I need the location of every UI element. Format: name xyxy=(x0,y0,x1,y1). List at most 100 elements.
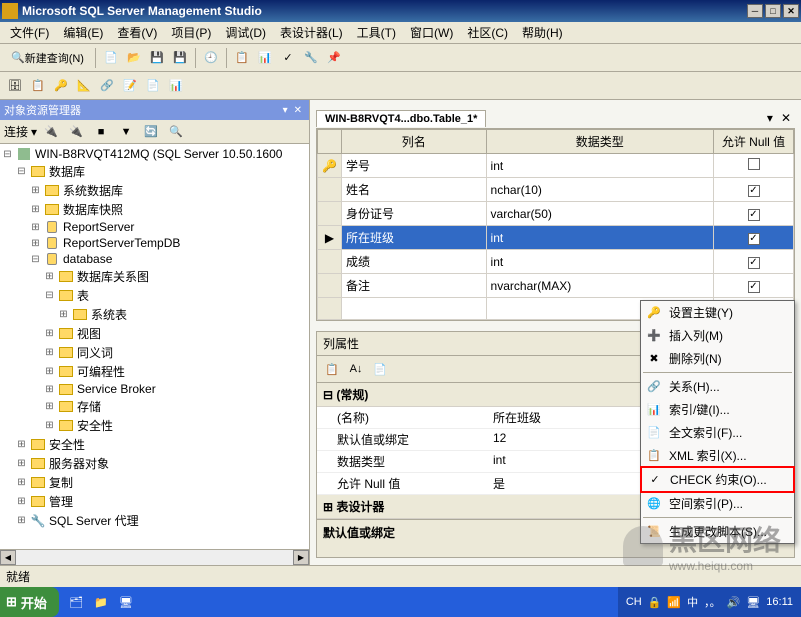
db-button-3[interactable]: 🔑 xyxy=(50,75,72,97)
props-alpha-icon[interactable]: A↓ xyxy=(345,358,367,380)
db-button-4[interactable]: 📐 xyxy=(73,75,95,97)
tray-icon-3[interactable]: 🔊 xyxy=(727,596,741,609)
tree-tables[interactable]: ⊟表 xyxy=(2,286,307,305)
tree-views[interactable]: ⊞视图 xyxy=(2,324,307,343)
menu-window[interactable]: 窗口(W) xyxy=(404,22,459,43)
tree-database[interactable]: ⊟database xyxy=(2,251,307,267)
connect-label[interactable]: 连接 xyxy=(4,123,28,140)
connect-button[interactable]: 🔌 xyxy=(40,121,62,143)
tray-icon-4[interactable]: 🖥 xyxy=(746,596,760,609)
tree-replication[interactable]: ⊞复制 xyxy=(2,473,307,492)
db-button-1[interactable]: 🗄 xyxy=(4,75,26,97)
row-selector-icon[interactable]: ▶ xyxy=(318,226,342,250)
db-button-5[interactable]: 🔗 xyxy=(96,75,118,97)
lang-indicator[interactable]: CH xyxy=(626,596,642,608)
ctx-xml-index[interactable]: 📋XML 索引(X)... xyxy=(641,444,794,467)
tree-diagrams[interactable]: ⊞数据库关系图 xyxy=(2,267,307,286)
disconnect-button[interactable]: 🔌 xyxy=(65,121,87,143)
task-icon-1[interactable]: 🗂 xyxy=(65,591,87,613)
ctx-insert-col[interactable]: ➕插入列(M) xyxy=(641,324,794,347)
task-icon-3[interactable]: 🖥 xyxy=(115,591,137,613)
tab-close-icon[interactable]: ✕ xyxy=(777,111,795,125)
tree-servicebroker[interactable]: ⊞Service Broker xyxy=(2,381,307,397)
menu-help[interactable]: 帮助(H) xyxy=(516,22,569,43)
menu-community[interactable]: 社区(C) xyxy=(461,22,514,43)
tree-security[interactable]: ⊞安全性 xyxy=(2,435,307,454)
tree-storage[interactable]: ⊞存储 xyxy=(2,397,307,416)
task-icon-2[interactable]: 📁 xyxy=(90,591,112,613)
null-checkbox[interactable]: ✓ xyxy=(748,281,760,293)
columns-grid[interactable]: 列名 数据类型 允许 Null 值 🔑 学号 int 姓名 nchar(10) … xyxy=(316,128,795,321)
tree-agent[interactable]: ⊞🔧SQL Server 代理 xyxy=(2,511,307,530)
col-type-cell[interactable]: varchar(50) xyxy=(486,202,713,226)
tray-icon-1[interactable]: 🔒 xyxy=(648,596,662,609)
ctx-relationships[interactable]: 🔗关系(H)... xyxy=(641,375,794,398)
tool-button-4[interactable]: 🔧 xyxy=(300,47,322,69)
tree-server[interactable]: ⊟WIN-B8RVQT412MQ (SQL Server 10.50.1600 xyxy=(2,146,307,162)
tree-security-node[interactable]: ⊞安全性 xyxy=(2,416,307,435)
tree-synonyms[interactable]: ⊞同义词 xyxy=(2,343,307,362)
db-button-2[interactable]: 📋 xyxy=(27,75,49,97)
ctx-script[interactable]: 📜生成更改脚本(S)... xyxy=(641,520,794,543)
activity-button[interactable]: 🕘 xyxy=(200,47,222,69)
minimize-button[interactable]: ─ xyxy=(747,4,763,18)
tray-icon-2[interactable]: 📶 xyxy=(667,596,681,609)
ctx-spatial[interactable]: 🌐空间索引(P)... xyxy=(641,492,794,515)
tree-databases[interactable]: ⊟数据库 xyxy=(2,162,307,181)
ctx-indexes[interactable]: 📊索引/键(I)... xyxy=(641,398,794,421)
null-checkbox[interactable]: ✓ xyxy=(748,209,760,221)
designer-tab[interactable]: WIN-B8RVQT4...dbo.Table_1* xyxy=(316,110,486,127)
col-type-cell[interactable]: int xyxy=(486,154,713,178)
tree-snapshots[interactable]: ⊞数据库快照 xyxy=(2,200,307,219)
col-name-cell[interactable]: 备注 xyxy=(341,274,486,298)
ctx-check-constraint[interactable]: ✓CHECK 约束(O)... xyxy=(640,466,795,493)
null-checkbox[interactable]: ✓ xyxy=(748,257,760,269)
col-type-cell[interactable]: nchar(10) xyxy=(486,178,713,202)
start-button[interactable]: ⊞ 开始 xyxy=(0,587,59,617)
ctx-fulltext[interactable]: 📄全文索引(F)... xyxy=(641,421,794,444)
col-name-cell[interactable]: 所在班级 xyxy=(341,226,486,250)
col-name-cell[interactable]: 学号 xyxy=(341,154,486,178)
tab-dropdown-icon[interactable]: ▾ xyxy=(763,111,777,125)
ctx-delete-col[interactable]: ✖删除列(N) xyxy=(641,347,794,370)
tree-sysdb[interactable]: ⊞系统数据库 xyxy=(2,181,307,200)
null-checkbox[interactable] xyxy=(748,158,760,170)
null-checkbox[interactable]: ✓ xyxy=(748,185,760,197)
tree-programmability[interactable]: ⊞可编程性 xyxy=(2,362,307,381)
ctx-set-pk[interactable]: 🔑设置主键(Y) xyxy=(641,301,794,324)
menu-tools[interactable]: 工具(T) xyxy=(351,22,402,43)
col-type-cell[interactable]: int xyxy=(486,250,713,274)
tree-management[interactable]: ⊞管理 xyxy=(2,492,307,511)
tree-reportservertemp[interactable]: ⊞ReportServerTempDB xyxy=(2,235,307,251)
hscrollbar[interactable]: ◀▶ xyxy=(0,549,309,565)
col-type-cell[interactable]: int xyxy=(486,226,713,250)
menu-designer[interactable]: 表设计器(L) xyxy=(274,22,349,43)
tool-button-5[interactable]: 📌 xyxy=(323,47,345,69)
new-query-button[interactable]: 🔍 新建查询(N) xyxy=(4,47,91,69)
menu-file[interactable]: 文件(F) xyxy=(4,22,55,43)
tree-serverobjects[interactable]: ⊞服务器对象 xyxy=(2,454,307,473)
tree-reportserver[interactable]: ⊞ReportServer xyxy=(2,219,307,235)
props-pages-icon[interactable]: 📄 xyxy=(369,358,391,380)
col-name-cell[interactable]: 姓名 xyxy=(341,178,486,202)
close-panel-icon[interactable]: ✕ xyxy=(294,105,302,116)
db-button-7[interactable]: 📄 xyxy=(142,75,164,97)
close-button[interactable]: ✕ xyxy=(783,4,799,18)
col-type-cell[interactable]: nvarchar(MAX) xyxy=(486,274,713,298)
db-button-6[interactable]: 📝 xyxy=(119,75,141,97)
col-null-header[interactable]: 允许 Null 值 xyxy=(714,130,794,154)
filter-button[interactable]: ▼ xyxy=(115,121,137,143)
tool-button-3[interactable]: ✓ xyxy=(277,47,299,69)
tool-button-1[interactable]: 📋 xyxy=(231,47,253,69)
clock[interactable]: 16:11 xyxy=(766,596,793,608)
new-button[interactable]: 📄 xyxy=(100,47,122,69)
tree-systables[interactable]: ⊞系统表 xyxy=(2,305,307,324)
null-checkbox[interactable]: ✓ xyxy=(748,233,760,245)
col-name-cell[interactable]: 成绩 xyxy=(341,250,486,274)
maximize-button[interactable]: □ xyxy=(765,4,781,18)
menu-view[interactable]: 查看(V) xyxy=(111,22,163,43)
col-type-header[interactable]: 数据类型 xyxy=(486,130,713,154)
stop-button[interactable]: ■ xyxy=(90,121,112,143)
col-name-header[interactable]: 列名 xyxy=(341,130,486,154)
pushpin-icon[interactable]: ▾ xyxy=(283,105,288,116)
